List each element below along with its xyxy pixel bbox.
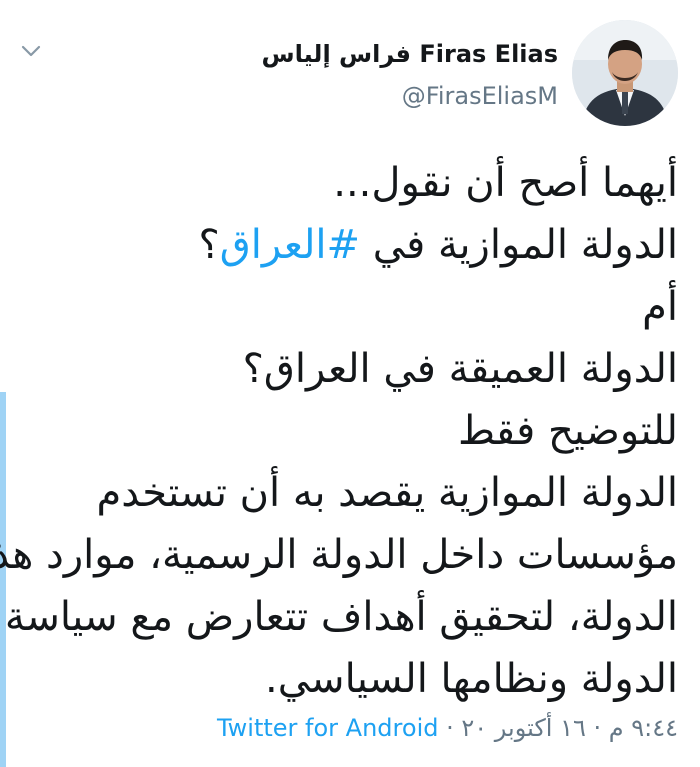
- tweet-time[interactable]: ٩:٤٤ م: [609, 714, 678, 742]
- meta-separator: ·: [438, 714, 462, 742]
- tweet-source-link[interactable]: Twitter for Android: [217, 714, 438, 742]
- tweet-line-1: أيهما أصح أن نقول...: [333, 160, 678, 206]
- display-name-arabic: فراس إلياس: [261, 40, 412, 68]
- tweet-line-7: مؤسسات داخل الدولة الرسمية، موارد هذه: [0, 532, 678, 578]
- hashtag-link[interactable]: #العراق: [220, 222, 360, 268]
- tweet-text: أيهما أصح أن نقول... الدولة الموازية في …: [0, 152, 678, 710]
- user-handle[interactable]: @FirasEliasM: [262, 76, 558, 116]
- tweet-line-3: أم: [642, 284, 678, 330]
- tweet-line-8: الدولة، لتحقيق أهداف تتعارض مع سياسة: [4, 594, 678, 640]
- tweet-line-2-punct: ؟: [198, 222, 220, 268]
- chevron-down-icon[interactable]: [20, 40, 42, 62]
- tweet-line-2: الدولة الموازية في #العراق؟: [18, 214, 678, 276]
- display-name[interactable]: فراس إلياس Firas Elias: [262, 38, 559, 70]
- tweet-date[interactable]: ١٦ أكتوبر ٢٠: [461, 714, 585, 742]
- avatar[interactable]: [572, 20, 678, 126]
- display-name-english: Firas Elias: [419, 40, 558, 68]
- meta-separator: ·: [585, 714, 609, 742]
- tweet-header: فراس إلياس Firas Elias @FirasEliasM: [262, 20, 678, 130]
- tweet-line-5: للتوضيح فقط: [457, 408, 678, 454]
- tweet-line-2-text: الدولة الموازية في: [360, 222, 678, 268]
- tweet-line-9: الدولة ونظامها السياسي.: [265, 656, 678, 702]
- tweet-line-6: الدولة الموازية يقصد به أن تستخدم: [96, 470, 678, 516]
- tweet-line-4: الدولة العميقة في العراق؟: [242, 346, 678, 392]
- tweet-meta: ٩:٤٤ م · ١٦ أكتوبر ٢٠ · Twitter for Andr…: [217, 712, 678, 744]
